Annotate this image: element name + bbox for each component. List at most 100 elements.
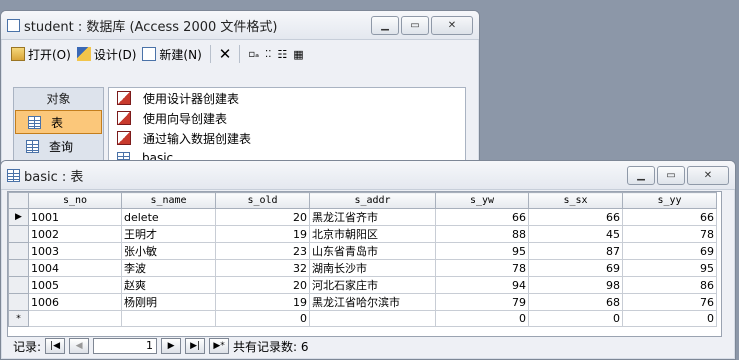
- delete-button[interactable]: ✕: [219, 45, 232, 63]
- new-record-row[interactable]: * 0 0 0 0: [8, 310, 717, 327]
- column-header[interactable]: s_sx: [528, 192, 623, 209]
- minimize-button[interactable]: ▁: [371, 15, 399, 35]
- row-selector[interactable]: [8, 293, 29, 311]
- cell-s_yw[interactable]: 95: [435, 242, 529, 260]
- cell-s_sx[interactable]: 45: [528, 225, 623, 243]
- list-item-data-entry[interactable]: 通过输入数据创建表: [109, 128, 465, 148]
- column-header[interactable]: s_yw: [435, 192, 529, 209]
- list-item-wizard[interactable]: 使用向导创建表: [109, 108, 465, 128]
- row-selector[interactable]: [8, 259, 29, 277]
- row-selector[interactable]: [8, 225, 29, 243]
- row-selector[interactable]: [8, 242, 29, 260]
- previous-record-button[interactable]: ◀: [69, 338, 90, 354]
- cell-s_old[interactable]: 20: [215, 276, 310, 294]
- cell-s_sx[interactable]: 98: [528, 276, 623, 294]
- new-button[interactable]: 新建(N): [142, 46, 202, 63]
- cell-s_yw[interactable]: 79: [435, 293, 529, 311]
- small-icons-button[interactable]: ⁚⁚: [265, 49, 271, 60]
- cell-s_old[interactable]: 0: [215, 310, 310, 327]
- cell-s_yy[interactable]: 66: [622, 208, 717, 226]
- close-button[interactable]: ✕: [687, 165, 729, 185]
- cell-s_old[interactable]: 23: [215, 242, 310, 260]
- list-view-button[interactable]: ☷: [277, 48, 287, 61]
- cell-s_old[interactable]: 20: [215, 208, 310, 226]
- table-row[interactable]: 1004 李波 32 湖南长沙市 78 69 95: [8, 259, 717, 277]
- minimize-button[interactable]: ▁: [627, 165, 655, 185]
- cell-s_no[interactable]: 1003: [28, 242, 122, 260]
- column-header[interactable]: s_old: [215, 192, 310, 209]
- objects-item-tables[interactable]: 表: [15, 110, 102, 134]
- table-window-titlebar[interactable]: basic : 表 ▁ ▭ ✕: [1, 161, 735, 190]
- table-row[interactable]: 1005 赵爽 20 河北石家庄市 94 98 86: [8, 276, 717, 294]
- row-selector[interactable]: [8, 276, 29, 294]
- row-selector[interactable]: ▶: [8, 208, 29, 226]
- cell-s_yw[interactable]: 66: [435, 208, 529, 226]
- details-view-button[interactable]: ▦: [293, 48, 303, 61]
- cell-s_name[interactable]: delete: [121, 208, 216, 226]
- cell-s_addr[interactable]: [309, 310, 436, 327]
- cell-s_old[interactable]: 19: [215, 225, 310, 243]
- cell-s_sx[interactable]: 0: [528, 310, 623, 327]
- list-item-design-view[interactable]: 使用设计器创建表: [109, 88, 465, 108]
- cell-s_addr[interactable]: 黑龙江省哈尔滨市: [309, 293, 436, 311]
- cell-s_no[interactable]: [28, 310, 122, 327]
- cell-s_yy[interactable]: 86: [622, 276, 717, 294]
- delete-icon: ✕: [218, 45, 232, 63]
- cell-s_no[interactable]: 1006: [28, 293, 122, 311]
- cell-s_addr[interactable]: 北京市朝阳区: [309, 225, 436, 243]
- cell-s_yy[interactable]: 0: [622, 310, 717, 327]
- cell-s_sx[interactable]: 66: [528, 208, 623, 226]
- select-all-corner[interactable]: [8, 192, 29, 209]
- first-record-button[interactable]: |◀: [45, 338, 66, 354]
- cell-s_name[interactable]: 王明才: [121, 225, 216, 243]
- cell-s_name[interactable]: 张小敏: [121, 242, 216, 260]
- maximize-button[interactable]: ▭: [657, 165, 685, 185]
- table-row[interactable]: 1006 杨刚明 19 黑龙江省哈尔滨市 79 68 76: [8, 293, 717, 311]
- cell-s_addr[interactable]: 湖南长沙市: [309, 259, 436, 277]
- cell-s_name[interactable]: [121, 310, 216, 327]
- close-button[interactable]: ✕: [431, 15, 473, 35]
- datasheet[interactable]: s_no s_name s_old s_addr s_yw s_sx s_yy …: [7, 191, 722, 337]
- large-icons-button[interactable]: ▫ₐ: [248, 49, 259, 60]
- cell-s_old[interactable]: 32: [215, 259, 310, 277]
- row-selector[interactable]: *: [8, 310, 29, 327]
- cell-s_yy[interactable]: 95: [622, 259, 717, 277]
- cell-s_name[interactable]: 赵爽: [121, 276, 216, 294]
- maximize-button[interactable]: ▭: [401, 15, 429, 35]
- new-record-button[interactable]: ▶*: [209, 338, 230, 354]
- cell-s_yy[interactable]: 76: [622, 293, 717, 311]
- table-row[interactable]: 1002 王明才 19 北京市朝阳区 88 45 78: [8, 225, 717, 243]
- cell-s_no[interactable]: 1001: [28, 208, 122, 226]
- cell-s_addr[interactable]: 河北石家庄市: [309, 276, 436, 294]
- table-row[interactable]: 1003 张小敏 23 山东省青岛市 95 87 69: [8, 242, 717, 260]
- next-record-button[interactable]: ▶: [161, 338, 182, 354]
- cell-s_yy[interactable]: 69: [622, 242, 717, 260]
- column-header[interactable]: s_yy: [622, 192, 717, 209]
- cell-s_name[interactable]: 李波: [121, 259, 216, 277]
- cell-s_sx[interactable]: 69: [528, 259, 623, 277]
- objects-item-queries[interactable]: 查询: [14, 134, 103, 158]
- cell-s_no[interactable]: 1002: [28, 225, 122, 243]
- cell-s_sx[interactable]: 87: [528, 242, 623, 260]
- cell-s_no[interactable]: 1005: [28, 276, 122, 294]
- cell-s_name[interactable]: 杨刚明: [121, 293, 216, 311]
- design-button[interactable]: 设计(D): [76, 46, 136, 63]
- open-button[interactable]: 打开(O): [11, 46, 71, 63]
- column-header[interactable]: s_addr: [309, 192, 436, 209]
- cell-s_yw[interactable]: 0: [435, 310, 529, 327]
- cell-s_addr[interactable]: 山东省青岛市: [309, 242, 436, 260]
- cell-s_yw[interactable]: 78: [435, 259, 529, 277]
- last-record-button[interactable]: ▶|: [185, 338, 206, 354]
- column-header[interactable]: s_no: [28, 192, 122, 209]
- cell-s_sx[interactable]: 68: [528, 293, 623, 311]
- cell-s_addr[interactable]: 黑龙江省齐市: [309, 208, 436, 226]
- cell-s_yw[interactable]: 88: [435, 225, 529, 243]
- current-record-input[interactable]: 1: [93, 338, 158, 354]
- table-row[interactable]: ▶ 1001 delete 20 黑龙江省齐市 66 66 66: [8, 208, 717, 226]
- cell-s_old[interactable]: 19: [215, 293, 310, 311]
- cell-s_no[interactable]: 1004: [28, 259, 122, 277]
- cell-s_yw[interactable]: 94: [435, 276, 529, 294]
- cell-s_yy[interactable]: 78: [622, 225, 717, 243]
- column-header[interactable]: s_name: [121, 192, 216, 209]
- database-window-titlebar[interactable]: student : 数据库 (Access 2000 文件格式) ▁ ▭ ✕: [1, 11, 479, 40]
